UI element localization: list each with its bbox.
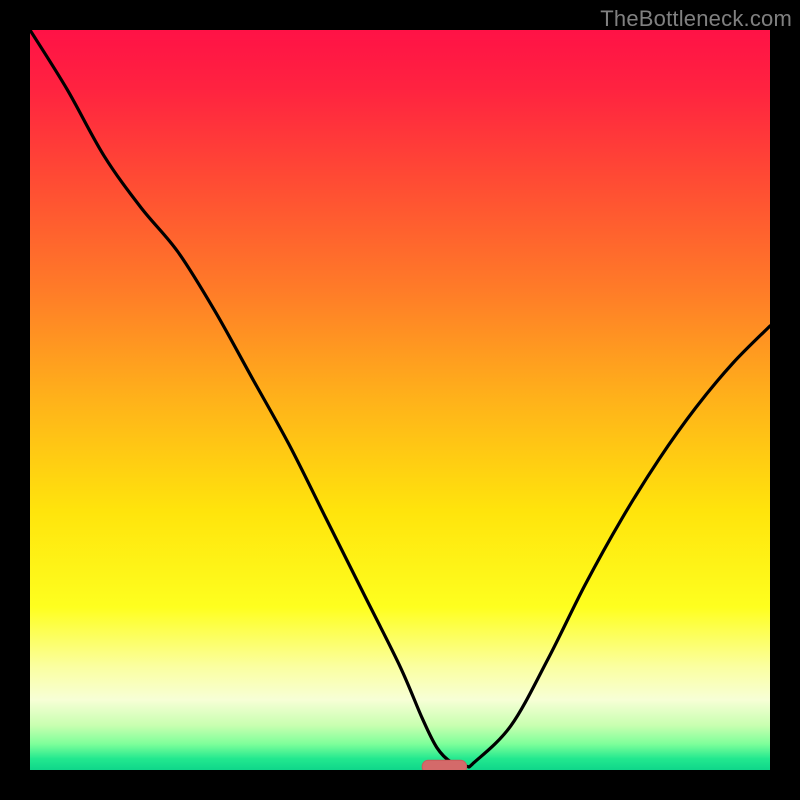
chart-frame xyxy=(30,30,770,770)
gradient-background xyxy=(30,30,770,770)
chart-canvas xyxy=(30,30,770,770)
optimal-marker xyxy=(422,760,466,770)
watermark: TheBottleneck.com xyxy=(600,6,792,32)
